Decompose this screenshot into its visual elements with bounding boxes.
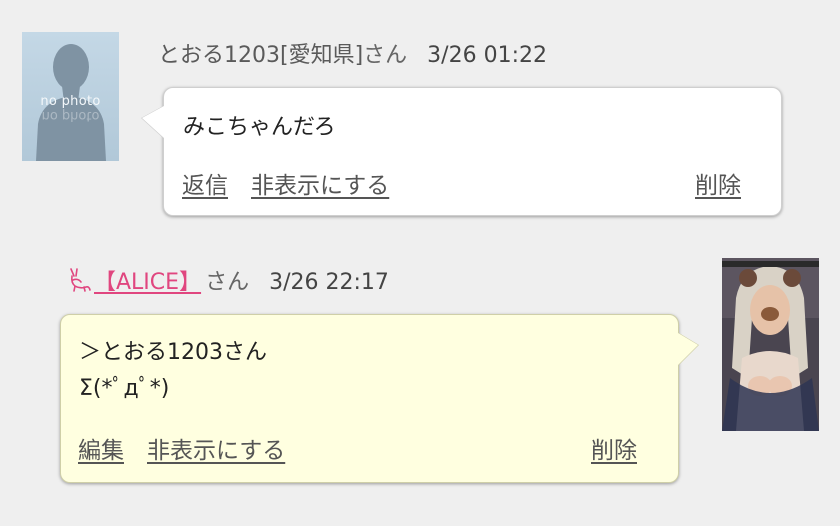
- avatar-user-photo[interactable]: [722, 258, 819, 431]
- comment-line: ＞とおる1203さん: [79, 340, 267, 365]
- comment-header: 【ALICE】 さん 3/26 22:17: [68, 264, 389, 296]
- honorific: さん: [205, 270, 250, 295]
- hide-link[interactable]: 非表示にする: [251, 166, 389, 200]
- comment-text: みこちゃんだろ: [183, 110, 336, 146]
- comment-bubble: ＞とおる1203さん Σ(*ﾟдﾟ*) 編集 非表示にする 削除: [60, 314, 698, 483]
- comment-header: とおる1203[愛知県]さん 3/26 01:22: [158, 37, 547, 69]
- bubble-tail: [142, 106, 164, 138]
- no-photo-label: no photo: [40, 94, 101, 109]
- author-name[interactable]: とおる1203[愛知県]: [158, 43, 363, 68]
- comment-line: Σ(*ﾟдﾟ*): [79, 376, 170, 401]
- delete-link[interactable]: 削除: [591, 431, 637, 465]
- author-name[interactable]: 【ALICE】: [94, 270, 201, 295]
- comment-datetime: 3/26 01:22: [427, 43, 547, 68]
- honorific: さん: [363, 43, 408, 68]
- edit-link[interactable]: 編集: [78, 431, 124, 465]
- profile-photo-image: [722, 258, 819, 431]
- bubble-tail: [678, 333, 698, 365]
- hide-link[interactable]: 非表示にする: [147, 431, 285, 465]
- comment-line: みこちゃんだろ: [183, 115, 336, 140]
- avatar-no-photo[interactable]: no photo no photo: [22, 32, 119, 161]
- comment-datetime: 3/26 22:17: [269, 270, 389, 295]
- reply-link[interactable]: 返信: [182, 166, 228, 200]
- comment-text: ＞とおる1203さん Σ(*ﾟдﾟ*): [79, 335, 267, 407]
- cat-icon: [70, 268, 91, 292]
- delete-link[interactable]: 削除: [695, 166, 741, 200]
- comment-bubble: みこちゃんだろ 返信 非表示にする 削除: [142, 87, 782, 216]
- no-photo-reflection: no photo: [41, 108, 100, 123]
